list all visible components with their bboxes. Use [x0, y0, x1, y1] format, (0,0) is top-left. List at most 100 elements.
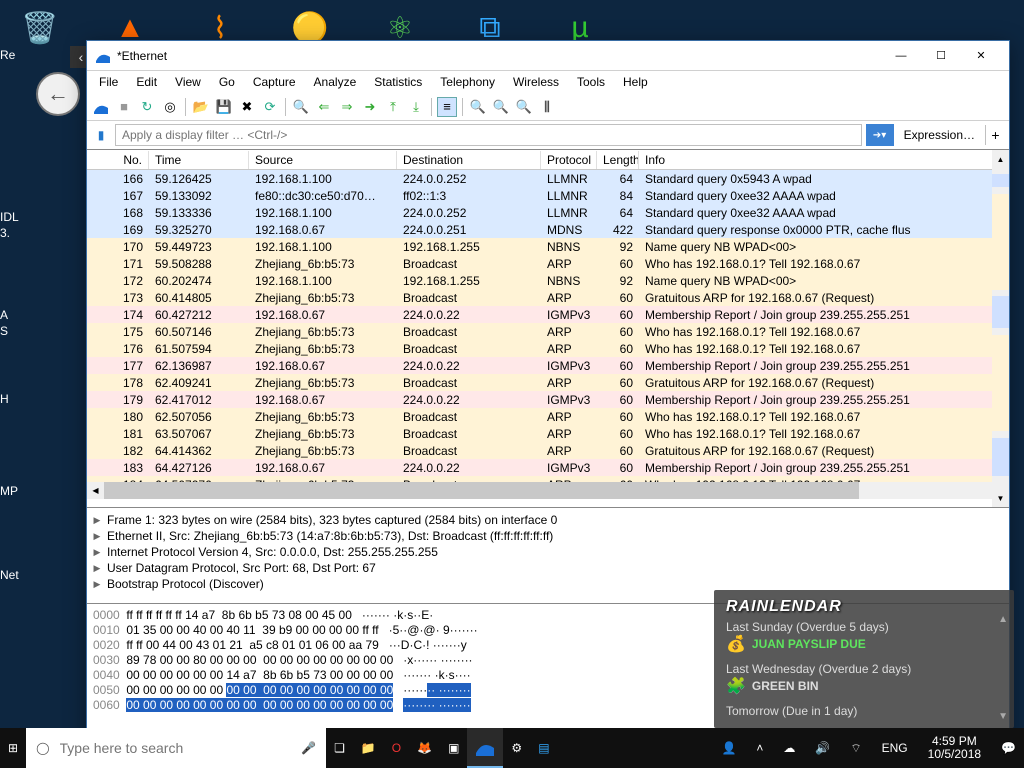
menu-go[interactable]: Go	[211, 73, 243, 91]
menu-wireless[interactable]: Wireless	[505, 73, 567, 91]
table-row[interactable]: 17762.136987192.168.0.67224.0.0.22IGMPv3…	[87, 357, 1009, 374]
table-row[interactable]: 17962.417012192.168.0.67224.0.0.22IGMPv3…	[87, 391, 1009, 408]
explorer-icon[interactable]: 📁	[353, 728, 384, 768]
opera-icon[interactable]: O	[384, 728, 409, 768]
go-first-icon[interactable]: ⤒	[383, 97, 403, 117]
close-file-icon[interactable]: ✖	[237, 97, 257, 117]
detail-line[interactable]: ▶Internet Protocol Version 4, Src: 0.0.0…	[91, 544, 1005, 560]
recycle-bin-icon[interactable]: 🗑️	[20, 8, 60, 48]
menu-file[interactable]: File	[91, 73, 126, 91]
rainlendar-sub2: Last Wednesday (Overdue 2 days)	[726, 662, 1002, 676]
menubar: FileEditViewGoCaptureAnalyzeStatisticsTe…	[87, 71, 1009, 93]
settings-icon[interactable]: ⚙	[503, 728, 530, 768]
detail-line[interactable]: ▶User Datagram Protocol, Src Port: 68, D…	[91, 560, 1005, 576]
notifications-icon[interactable]: 💬	[993, 728, 1024, 768]
taskbar: ⊞ ◯ 🎤 ❏ 📁 O 🦊 ▣ ⚙ ▤ 👤 ˄ ☁ 🔊 ⌔ ENG 4:59 P…	[0, 728, 1024, 768]
menu-capture[interactable]: Capture	[245, 73, 304, 91]
table-row[interactable]: 18163.507067Zhejiang_6b:b5:73BroadcastAR…	[87, 425, 1009, 442]
rainlendar-scroll-up[interactable]: ▲	[998, 614, 1008, 625]
zoom-out-icon[interactable]: 🔍	[491, 97, 511, 117]
find-icon[interactable]: 🔍	[291, 97, 311, 117]
puzzle-icon: 🧩	[726, 676, 746, 696]
go-forward-icon[interactable]: ⇒	[337, 97, 357, 117]
rainlendar-event1[interactable]: 💰JUAN PAYSLIP DUE	[726, 634, 1002, 654]
resize-columns-icon[interactable]: ⫼	[537, 97, 557, 117]
vertical-scrollbar[interactable]: ▲ ▼	[992, 150, 1009, 507]
volume-icon[interactable]: 🔊	[807, 728, 838, 768]
chevron-right-icon: ▶	[91, 563, 103, 574]
menu-tools[interactable]: Tools	[569, 73, 613, 91]
table-row[interactable]: 16959.325270192.168.0.67224.0.0.251MDNS4…	[87, 221, 1009, 238]
table-row[interactable]: 18264.414362Zhejiang_6b:b5:73BroadcastAR…	[87, 442, 1009, 459]
menu-edit[interactable]: Edit	[128, 73, 165, 91]
table-row[interactable]: 17159.508288Zhejiang_6b:b5:73BroadcastAR…	[87, 255, 1009, 272]
shark-fin-icon[interactable]	[91, 97, 111, 117]
table-row[interactable]: 16659.126425192.168.1.100224.0.0.252LLMN…	[87, 170, 1009, 187]
titlebar[interactable]: *Ethernet — ☐ ✕	[87, 41, 1009, 71]
menu-statistics[interactable]: Statistics	[366, 73, 430, 91]
go-to-packet-icon[interactable]: ➜	[360, 97, 380, 117]
zoom-in-icon[interactable]: 🔍	[468, 97, 488, 117]
expression-button[interactable]: Expression…	[898, 128, 981, 142]
col-destination: Destination	[397, 151, 541, 169]
clock[interactable]: 4:59 PM10/5/2018	[920, 735, 989, 761]
table-row[interactable]: 17260.202474192.168.1.100192.168.1.255NB…	[87, 272, 1009, 289]
packet-list-header[interactable]: No. Time Source Destination Protocol Len…	[87, 150, 1009, 170]
go-last-icon[interactable]: ⤓	[406, 97, 426, 117]
menu-telephony[interactable]: Telephony	[432, 73, 503, 91]
terminal-icon[interactable]: ▣	[440, 728, 467, 768]
rainlendar-widget[interactable]: RAINLENDAR Last Sunday (Overdue 5 days) …	[714, 590, 1014, 728]
table-row[interactable]: 17360.414805Zhejiang_6b:b5:73BroadcastAR…	[87, 289, 1009, 306]
apply-filter-button[interactable]: ➔▾	[866, 124, 894, 146]
tray-chevron-icon[interactable]: ˄	[748, 728, 771, 768]
detail-line[interactable]: ▶Frame 1: 323 bytes on wire (2584 bits),…	[91, 512, 1005, 528]
search-input[interactable]	[60, 740, 292, 756]
autoscroll-icon[interactable]: ≡	[437, 97, 457, 117]
wireshark-taskbar-icon[interactable]	[467, 728, 503, 768]
idle-icon[interactable]: ▤	[530, 728, 557, 768]
wireshark-icon	[95, 48, 111, 64]
display-filter-input[interactable]	[115, 124, 862, 146]
menu-help[interactable]: Help	[615, 73, 656, 91]
maximize-button[interactable]: ☐	[921, 42, 961, 70]
nav-back-circle[interactable]: ←	[36, 72, 80, 116]
reload-icon[interactable]: ⟳	[260, 97, 280, 117]
table-row[interactable]: 17460.427212192.168.0.67224.0.0.22IGMPv3…	[87, 306, 1009, 323]
table-row[interactable]: 17862.409241Zhejiang_6b:b5:73BroadcastAR…	[87, 374, 1009, 391]
people-icon[interactable]: 👤	[713, 728, 744, 768]
table-row[interactable]: 17059.449723192.168.1.100192.168.1.255NB…	[87, 238, 1009, 255]
packet-details-pane[interactable]: ▶Frame 1: 323 bytes on wire (2584 bits),…	[87, 507, 1009, 603]
task-view-icon[interactable]: ❏	[326, 728, 353, 768]
table-row[interactable]: 18364.427126192.168.0.67224.0.0.22IGMPv3…	[87, 459, 1009, 476]
minimize-button[interactable]: —	[881, 42, 921, 70]
close-button[interactable]: ✕	[961, 42, 1001, 70]
table-row[interactable]: 17560.507146Zhejiang_6b:b5:73BroadcastAR…	[87, 323, 1009, 340]
onedrive-icon[interactable]: ☁	[775, 728, 803, 768]
table-row[interactable]: 16759.133092fe80::dc30:ce50:d70…ff02::1:…	[87, 187, 1009, 204]
table-row[interactable]: 16859.133336192.168.1.100224.0.0.252LLMN…	[87, 204, 1009, 221]
mic-icon[interactable]: 🎤	[301, 741, 316, 755]
stop-capture-icon[interactable]: ■	[114, 97, 134, 117]
rainlendar-event2[interactable]: 🧩GREEN BIN	[726, 676, 1002, 696]
firefox-icon[interactable]: 🦊	[409, 728, 440, 768]
open-file-icon[interactable]: 📂	[191, 97, 211, 117]
detail-line[interactable]: ▶Ethernet II, Src: Zhejiang_6b:b5:73 (14…	[91, 528, 1005, 544]
bookmark-filter-icon[interactable]: ▮	[91, 125, 111, 145]
go-back-icon[interactable]: ⇐	[314, 97, 334, 117]
restart-capture-icon[interactable]: ↻	[137, 97, 157, 117]
horizontal-scrollbar[interactable]: ◀▶	[87, 482, 1009, 499]
menu-analyze[interactable]: Analyze	[306, 73, 365, 91]
capture-options-icon[interactable]: ◎	[160, 97, 180, 117]
start-button[interactable]: ⊞	[0, 728, 26, 768]
add-filter-button[interactable]: +	[985, 125, 1005, 145]
language-indicator[interactable]: ENG	[874, 728, 916, 768]
taskbar-search[interactable]: ◯ 🎤	[26, 728, 326, 768]
save-file-icon[interactable]: 💾	[214, 97, 234, 117]
zoom-reset-icon[interactable]: 🔍	[514, 97, 534, 117]
wifi-icon[interactable]: ⌔	[842, 728, 869, 768]
rainlendar-scroll-down[interactable]: ▼	[998, 711, 1008, 722]
table-row[interactable]: 18062.507056Zhejiang_6b:b5:73BroadcastAR…	[87, 408, 1009, 425]
packet-rows[interactable]: 16659.126425192.168.1.100224.0.0.252LLMN…	[87, 170, 1009, 482]
menu-view[interactable]: View	[167, 73, 209, 91]
table-row[interactable]: 17661.507594Zhejiang_6b:b5:73BroadcastAR…	[87, 340, 1009, 357]
